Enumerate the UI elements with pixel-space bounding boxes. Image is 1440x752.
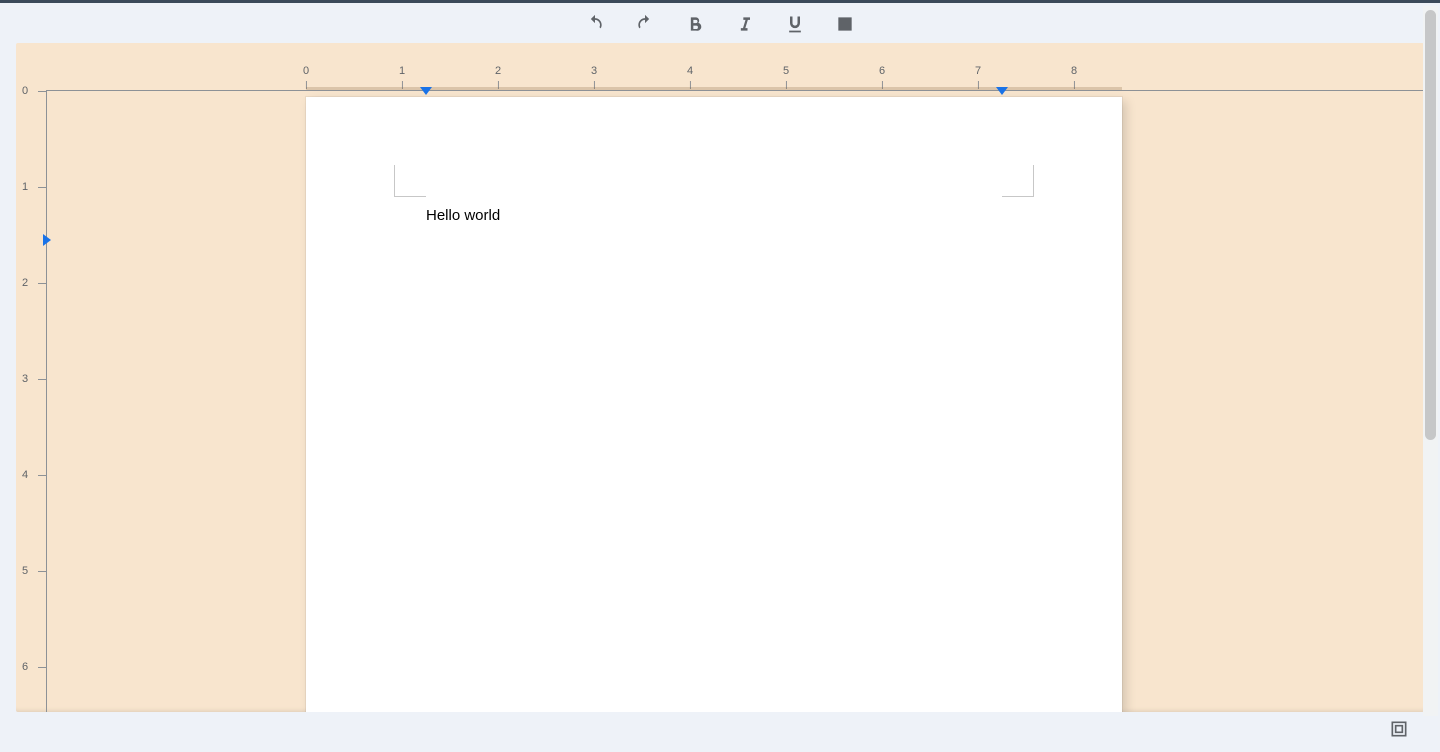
h-ruler-tick: 6 [879, 65, 885, 77]
bold-button[interactable] [684, 13, 706, 35]
v-ruler-tick: 2 [22, 277, 28, 289]
h-ruler-tick: 0 [303, 65, 309, 77]
underline-button[interactable] [784, 13, 806, 35]
margin-corner-top-right [1002, 165, 1034, 197]
h-ruler-tick: 3 [591, 65, 597, 77]
redo-button[interactable] [634, 13, 656, 35]
h-ruler-tick: 1 [399, 65, 405, 77]
explore-icon [1389, 719, 1409, 744]
vertical-ruler[interactable]: 0 1 2 3 4 5 6 [16, 43, 46, 712]
v-ruler-tick: 4 [22, 469, 28, 481]
insert-image-button[interactable] [834, 13, 856, 35]
h-ruler-tick: 2 [495, 65, 501, 77]
scrollbar-thumb[interactable] [1425, 10, 1436, 440]
v-ruler-tick: 1 [22, 181, 28, 193]
toolbar [0, 6, 1440, 42]
document-canvas[interactable]: 0 1 2 3 4 5 6 7 8 0 1 2 3 4 5 6 Hello world [16, 43, 1424, 712]
top-indent-marker[interactable] [43, 234, 51, 246]
h-ruler-tick: 8 [1071, 65, 1077, 77]
h-ruler-tick: 7 [975, 65, 981, 77]
v-ruler-baseline [46, 90, 47, 712]
v-ruler-tick: 5 [22, 565, 28, 577]
undo-button[interactable] [584, 13, 606, 35]
vertical-scrollbar[interactable] [1423, 6, 1438, 716]
italic-button[interactable] [734, 13, 756, 35]
left-indent-marker[interactable] [420, 87, 432, 95]
horizontal-ruler[interactable]: 0 1 2 3 4 5 6 7 8 [16, 43, 1424, 89]
document-body-text[interactable]: Hello world [426, 207, 500, 224]
document-page[interactable]: Hello world [306, 97, 1122, 712]
right-indent-marker[interactable] [996, 87, 1008, 95]
h-ruler-tick: 4 [687, 65, 693, 77]
v-ruler-tick: 0 [22, 85, 28, 97]
image-icon [835, 14, 855, 34]
underline-icon [785, 14, 805, 34]
redo-icon [635, 14, 655, 34]
explore-button[interactable] [1386, 718, 1412, 744]
h-ruler-baseline [46, 90, 1424, 91]
h-ruler-tick: 5 [783, 65, 789, 77]
v-ruler-tick: 6 [22, 661, 28, 673]
italic-icon [735, 14, 755, 34]
v-ruler-tick: 3 [22, 373, 28, 385]
margin-corner-top-left [394, 165, 426, 197]
undo-icon [585, 14, 605, 34]
bold-icon [685, 14, 705, 34]
